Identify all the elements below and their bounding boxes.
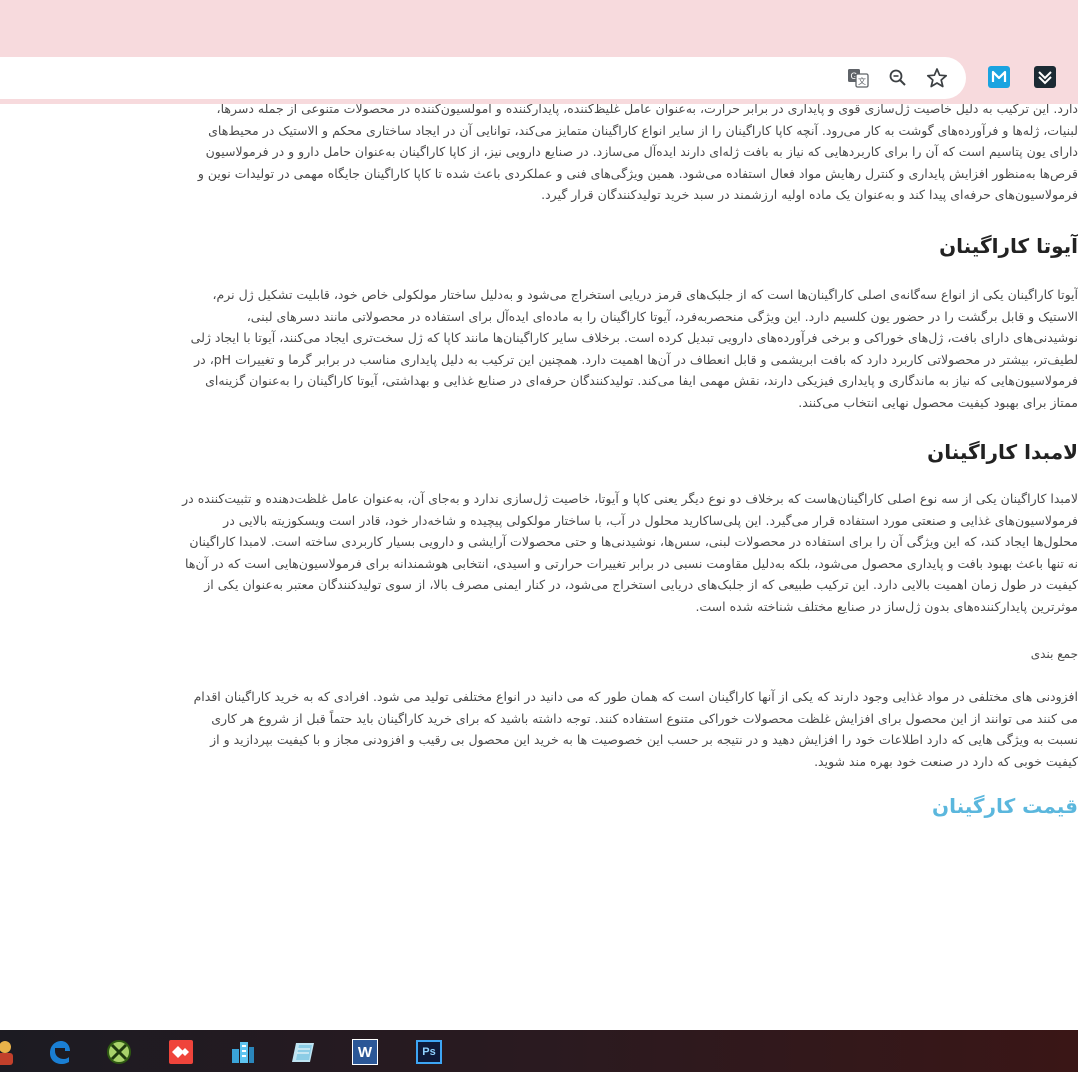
photoshop-label: Ps [416,1040,442,1064]
zoom-icon[interactable] [886,66,910,90]
m-extension-icon[interactable] [988,66,1010,88]
iota-heading: آیوتا کاراگینان [939,234,1078,258]
edge-icon[interactable] [46,1039,72,1065]
photoshop-icon[interactable]: Ps [416,1039,442,1065]
lambda-body: لامبدا کاراگینان یکی از سه نوع اصلی کارا… [178,488,1078,618]
lambda-heading: لامبدا کاراگینان [927,440,1078,464]
iota-paragraph: آیوتا کاراگینان یکی از انواع سه‌گانه‌ی ا… [190,287,1078,410]
word-label: W [352,1039,378,1065]
person-icon[interactable] [0,1039,18,1065]
intro-paragraph: دارد. این ترکیب به دلیل خاصیت ژل‌سازی قو… [197,104,1078,203]
article-column: دارد. این ترکیب به دلیل خاصیت ژل‌سازی قو… [178,104,1078,206]
lambda-section: لامبدا کاراگینان [178,438,1078,466]
svg-text:文: 文 [858,76,866,86]
code-extension-icon[interactable] [1034,66,1056,88]
summary-section: جمع بندی [178,644,1078,666]
windows-taskbar: W Ps [0,1030,1078,1072]
anydesk-icon[interactable] [168,1039,194,1065]
xbox-icon[interactable] [106,1039,132,1065]
web-page-content: دارد. این ترکیب به دلیل خاصیت ژل‌سازی قو… [0,104,1078,1030]
browser-tab-strip [0,0,1078,50]
summary-paragraph: افزودنی های مختلفی در مواد غذایی وجود دا… [193,689,1078,769]
price-section: قیمت کارگینان [178,792,1078,820]
translate-icon[interactable]: G 文 [846,66,870,90]
iota-body: آیوتا کاراگینان یکی از انواع سه‌گانه‌ی ا… [178,284,1078,414]
price-heading[interactable]: قیمت کارگینان [178,792,1078,820]
browser-toolbar: G 文 [0,50,1078,104]
city-app-icon[interactable] [230,1039,256,1065]
summary-body: افزودنی های مختلفی در مواد غذایی وجود دا… [178,686,1078,772]
word-icon[interactable]: W [352,1039,378,1065]
summary-heading: جمع بندی [1030,647,1078,661]
address-bar[interactable] [0,57,966,99]
lambda-paragraph: لامبدا کاراگینان یکی از سه نوع اصلی کارا… [182,491,1078,614]
iota-section: آیوتا کاراگینان [178,232,1078,260]
bookmark-star-icon[interactable] [925,66,949,90]
notes-app-icon[interactable] [290,1039,316,1065]
